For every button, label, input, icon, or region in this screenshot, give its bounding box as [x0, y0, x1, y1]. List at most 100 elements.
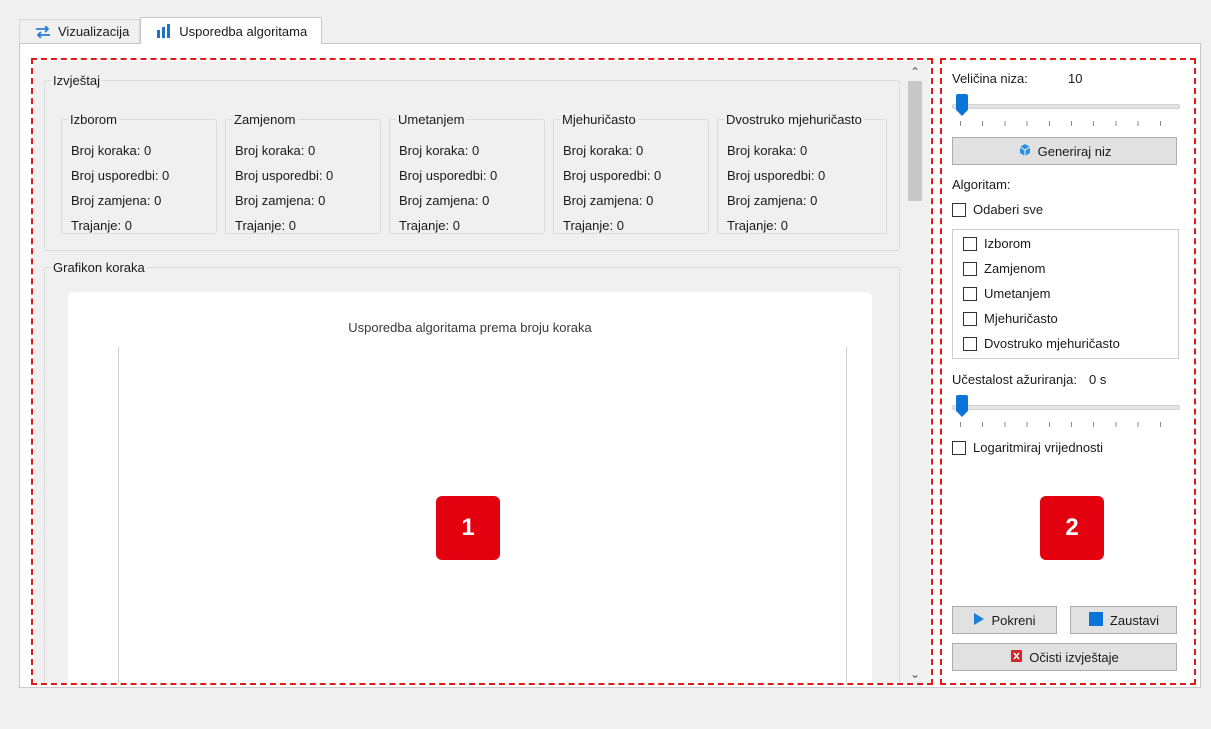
algorithm-option-label: Zamjenom — [984, 261, 1046, 276]
start-label: Pokreni — [991, 612, 1036, 628]
checkbox-box[interactable] — [963, 286, 977, 301]
annotation-badge-1: 1 — [436, 496, 500, 560]
slider-handle[interactable] — [956, 395, 968, 417]
chart-right-axis — [846, 347, 847, 683]
controls-panel: Veličina niza: 10 Generiraj niz Algorita… — [946, 61, 1191, 683]
tab-bar: Vizualizacija Usporedba algoritama — [19, 17, 323, 44]
update-frequency-label: Učestalost ažuriranja: — [952, 372, 1077, 387]
swaps-count: Broj zamjena: 0 — [727, 193, 818, 208]
report-box-mjehuricasto: Mjehuričasto Broj koraka: 0 Broj uspored… — [553, 112, 709, 234]
log-values-checkbox[interactable]: Logaritmiraj vrijednosti — [952, 440, 1103, 455]
play-icon — [973, 612, 985, 629]
report-box-izborom: Izborom Broj koraka: 0 Broj usporedbi: 0… — [61, 112, 217, 234]
generate-cube-icon — [1018, 143, 1032, 160]
report-scroll-content: Izvještaj Izborom Broj koraka: 0 Broj us… — [34, 61, 900, 683]
algorithm-option-label: Mjehuričasto — [984, 311, 1058, 326]
report-box-title: Zamjenom — [234, 112, 296, 127]
swaps-count: Broj zamjena: 0 — [235, 193, 326, 208]
tab-vizualizacija[interactable]: Vizualizacija — [19, 19, 141, 43]
chart-card: Usporedba algoritama prema broju koraka — [68, 292, 872, 683]
report-box-title: Mjehuričasto — [562, 112, 636, 127]
checkbox-box[interactable] — [963, 261, 977, 276]
report-box-title: Dvostruko mjehuričasto — [726, 112, 862, 127]
swaps-count: Broj zamjena: 0 — [399, 193, 490, 208]
scroll-up-icon[interactable]: ⌃ — [904, 63, 926, 81]
report-title: Izvještaj — [53, 73, 100, 88]
report-group: Izvještaj Izborom Broj koraka: 0 Broj us… — [44, 73, 900, 251]
clear-reports-button[interactable]: Očisti izvještaje — [952, 643, 1177, 671]
algorithm-checkbox-zamjenom[interactable]: Zamjenom — [963, 261, 1045, 276]
algorithm-checkbox-izborom[interactable]: Izborom — [963, 236, 1031, 251]
generate-array-button[interactable]: Generiraj niz — [952, 137, 1177, 165]
duration-value: Trajanje: 0 — [235, 218, 296, 233]
report-box-zamjenom: Zamjenom Broj koraka: 0 Broj usporedbi: … — [225, 112, 381, 234]
steps-count: Broj koraka: 0 — [71, 143, 152, 158]
generate-array-label: Generiraj niz — [1037, 143, 1112, 159]
log-values-label: Logaritmiraj vrijednosti — [973, 440, 1104, 455]
duration-value: Trajanje: 0 — [563, 218, 624, 233]
scroll-thumb[interactable] — [908, 81, 922, 201]
vertical-scrollbar[interactable]: ⌃ ⌄ — [904, 61, 926, 683]
array-size-value: 10 — [1068, 71, 1083, 86]
slider-ticks — [960, 121, 1176, 126]
compares-count: Broj usporedbi: 0 — [727, 168, 826, 183]
chart-title: Usporedba algoritama prema broju koraka — [348, 320, 592, 335]
tab-label: Vizualizacija — [58, 24, 130, 39]
select-all-label: Odaberi sve — [973, 202, 1044, 217]
graph-group-title: Grafikon koraka — [53, 260, 145, 275]
update-frequency-slider[interactable] — [952, 394, 1180, 428]
checkbox-box[interactable] — [952, 202, 966, 217]
steps-count: Broj koraka: 0 — [563, 143, 644, 158]
stop-button[interactable]: Zaustavi — [1070, 606, 1177, 634]
compares-count: Broj usporedbi: 0 — [563, 168, 662, 183]
report-scroll-panel[interactable]: Izvještaj Izborom Broj koraka: 0 Broj us… — [34, 61, 930, 683]
algorithm-label: Algoritam: — [952, 177, 1011, 192]
select-all-checkbox[interactable]: Odaberi sve — [952, 202, 1043, 217]
algorithm-option-label: Umetanjem — [984, 286, 1051, 301]
stop-icon — [1088, 611, 1104, 630]
compares-count: Broj usporedbi: 0 — [71, 168, 170, 183]
slider-groove — [952, 104, 1180, 109]
report-box-title: Umetanjem — [398, 112, 465, 127]
annotation-badge-2: 2 — [1040, 496, 1104, 560]
duration-value: Trajanje: 0 — [727, 218, 788, 233]
swaps-count: Broj zamjena: 0 — [563, 193, 654, 208]
compares-count: Broj usporedbi: 0 — [235, 168, 334, 183]
algorithm-checkbox-mjehuricasto[interactable]: Mjehuričasto — [963, 311, 1058, 326]
algorithm-list: Izborom Zamjenom Umetanjem Mjehuričasto … — [952, 229, 1179, 359]
scroll-down-icon[interactable]: ⌄ — [904, 665, 926, 683]
algorithm-option-label: Izborom — [984, 236, 1031, 251]
report-box-dvostruko-mjehuricasto: Dvostruko mjehuričasto Broj koraka: 0 Br… — [717, 112, 887, 234]
swap-arrows-icon — [34, 25, 52, 38]
bar-chart-icon — [155, 24, 173, 38]
algorithm-option-label: Dvostruko mjehuričasto — [984, 336, 1120, 351]
swaps-count: Broj zamjena: 0 — [71, 193, 162, 208]
slider-handle[interactable] — [956, 94, 968, 116]
duration-value: Trajanje: 0 — [71, 218, 132, 233]
delete-icon — [1010, 649, 1023, 666]
compares-count: Broj usporedbi: 0 — [399, 168, 498, 183]
slider-groove — [952, 405, 1180, 410]
checkbox-box[interactable] — [963, 311, 977, 326]
update-frequency-value: 0 s — [1089, 372, 1107, 387]
report-box-umetanjem: Umetanjem Broj koraka: 0 Broj usporedbi:… — [389, 112, 545, 234]
tab-usporedba-algoritama[interactable]: Usporedba algoritama — [140, 17, 323, 44]
clear-reports-label: Očisti izvještaje — [1029, 649, 1119, 665]
steps-count: Broj koraka: 0 — [727, 143, 808, 158]
slider-ticks — [960, 422, 1176, 427]
algorithm-checkbox-dvostruko-mjehuricasto[interactable]: Dvostruko mjehuričasto — [963, 336, 1120, 351]
duration-value: Trajanje: 0 — [399, 218, 460, 233]
stop-label: Zaustavi — [1109, 612, 1160, 628]
report-box-title: Izborom — [70, 112, 117, 127]
checkbox-box[interactable] — [952, 440, 966, 455]
checkbox-box[interactable] — [963, 336, 977, 351]
chart-left-axis — [118, 347, 119, 683]
tab-label: Usporedba algoritama — [179, 23, 308, 39]
steps-count: Broj koraka: 0 — [235, 143, 316, 158]
array-size-slider[interactable] — [952, 93, 1180, 127]
array-size-label: Veličina niza: — [952, 71, 1028, 86]
checkbox-box[interactable] — [963, 236, 977, 251]
steps-count: Broj koraka: 0 — [399, 143, 480, 158]
algorithm-checkbox-umetanjem[interactable]: Umetanjem — [963, 286, 1050, 301]
start-button[interactable]: Pokreni — [952, 606, 1057, 634]
